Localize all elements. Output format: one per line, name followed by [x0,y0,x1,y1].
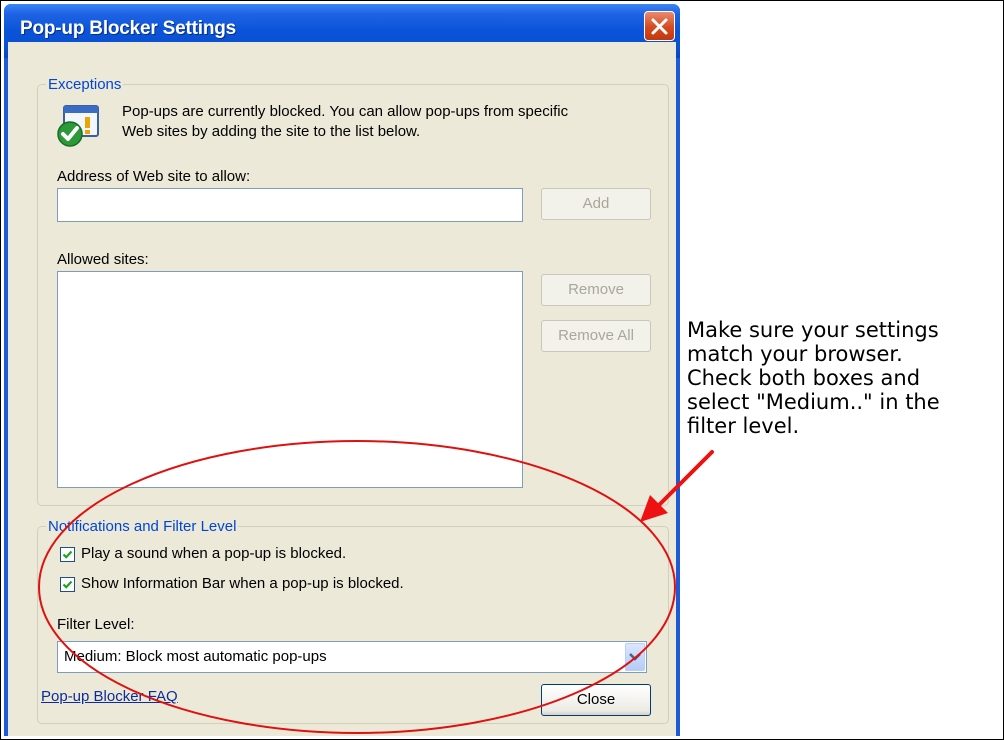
exceptions-legend: Exceptions [48,76,122,93]
allowed-sites-list[interactable] [57,271,523,488]
instruction-note: Make sure your settings match your brows… [687,318,940,438]
address-input[interactable] [57,188,523,222]
close-icon[interactable] [644,11,675,41]
filter-level-select[interactable]: Medium: Block most automatic pop-ups [57,641,647,673]
filter-level-value: Medium: Block most automatic pop-ups [64,648,327,665]
notifications-legend: Notifications and Filter Level [48,518,237,535]
remove-all-button[interactable]: Remove All [541,320,651,352]
exceptions-info: Pop-ups are currently blocked. You can a… [122,102,568,142]
address-label: Address of Web site to allow: [57,168,251,185]
dialog-body: Exceptions Pop-ups are currently blocked… [8,42,676,736]
popup-blocked-check-icon [56,104,102,153]
allowed-sites-label: Allowed sites: [57,251,149,268]
play-sound-checkbox[interactable] [60,547,75,562]
chevron-down-icon[interactable] [625,643,645,671]
filter-level-label: Filter Level: [57,616,135,633]
popup-blocker-faq-link[interactable]: Pop-up Blocker FAQ [41,688,178,705]
remove-button[interactable]: Remove [541,274,651,306]
show-info-bar-checkbox[interactable] [60,577,75,592]
close-button[interactable]: Close [541,684,651,716]
add-button[interactable]: Add [541,188,651,220]
window-title: Pop-up Blocker Settings [20,18,237,39]
info-line-1: Pop-ups are currently blocked. You can a… [122,103,569,120]
checkmark-icon [62,550,73,559]
checkmark-icon [62,580,73,589]
info-line-2: Web sites by adding the site to the list… [122,123,421,140]
popup-blocker-dialog: Pop-up Blocker Settings Exceptions Pop-u… [4,4,680,736]
play-sound-label[interactable]: Play a sound when a pop-up is blocked. [81,545,346,562]
show-info-bar-label[interactable]: Show Information Bar when a pop-up is bl… [81,575,404,592]
